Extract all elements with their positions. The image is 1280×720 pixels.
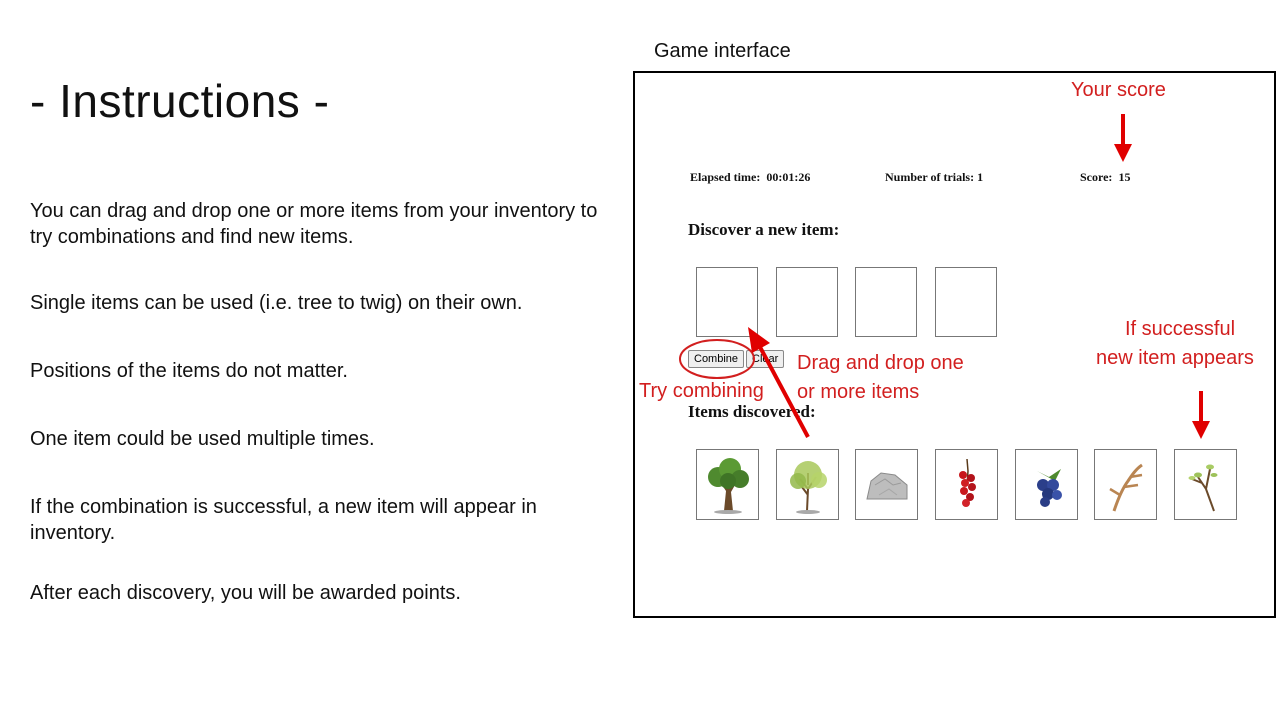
inventory-item-tree[interactable]	[696, 449, 759, 520]
instruction-single-items: Single items can be used (i.e. tree to t…	[30, 292, 523, 314]
inventory-item-antler[interactable]	[1094, 449, 1157, 520]
instruction-multiple-use: One item could be used multiple times.	[30, 428, 375, 450]
score-stat: Score: 15	[1080, 170, 1130, 185]
leafy-tree-icon	[789, 460, 827, 514]
elapsed-time-label: Elapsed time:	[690, 170, 761, 184]
inventory-item-leafy-tree[interactable]	[776, 449, 839, 520]
trials-stat: Number of trials: 1	[885, 170, 983, 185]
instruction-drag-drop: You can drag and drop one or more items …	[30, 200, 598, 248]
inventory-item-blueberries[interactable]	[1015, 449, 1078, 520]
annotation-success-line2: new item appears	[1096, 347, 1254, 369]
rock-icon	[865, 471, 907, 499]
panel-caption: Game interface	[654, 40, 791, 62]
combination-slot-4[interactable]	[935, 267, 997, 337]
inventory-item-rock[interactable]	[855, 449, 918, 520]
antler-icon	[1108, 463, 1143, 511]
instruction-points: After each discovery, you will be awarde…	[30, 582, 461, 604]
inventory-item-red-berries[interactable]	[935, 449, 998, 520]
twig-icon	[1188, 464, 1217, 511]
combination-slot-3[interactable]	[855, 267, 917, 337]
trials-label: Number of trials:	[885, 170, 975, 184]
blueberries-icon	[1036, 468, 1062, 507]
discover-heading: Discover a new item:	[688, 220, 840, 239]
drag-arrow-icon	[748, 327, 810, 438]
elapsed-time-value: 00:01:26	[766, 170, 811, 184]
tree-icon	[707, 457, 749, 514]
instruction-success: If the combination is successful, a new …	[30, 496, 537, 544]
trials-value: 1	[977, 170, 984, 184]
slide-title: - Instructions -	[30, 75, 330, 127]
annotation-drag-line1: Drag and drop one	[797, 352, 964, 374]
annotation-your-score: Your score	[1071, 79, 1166, 101]
score-label: Score:	[1080, 170, 1113, 184]
new-item-arrow-icon	[1192, 391, 1210, 439]
score-value: 15	[1118, 170, 1131, 184]
score-arrow-icon	[1114, 114, 1132, 162]
red-berries-icon	[958, 458, 976, 507]
instruction-positions: Positions of the items do not matter.	[30, 360, 348, 382]
elapsed-time-stat: Elapsed time: 00:01:26	[690, 170, 810, 185]
annotation-success-line1: If successful	[1125, 318, 1236, 340]
inventory-item-twig[interactable]	[1174, 449, 1237, 520]
